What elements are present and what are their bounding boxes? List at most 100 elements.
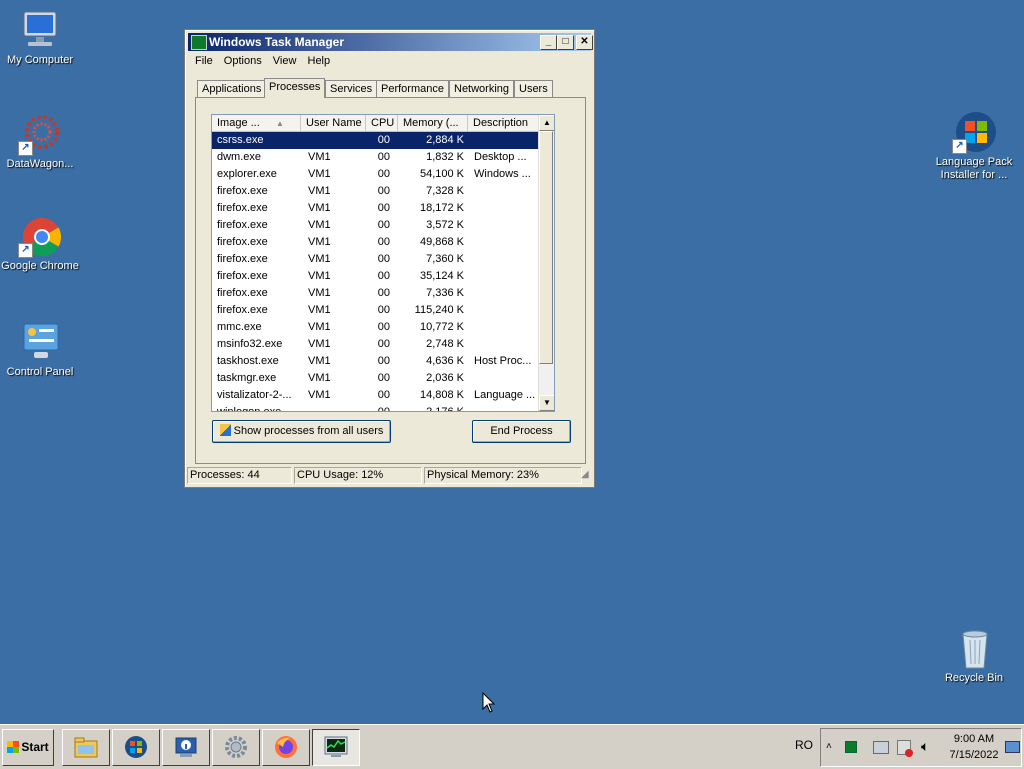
table-row[interactable]: firefox.exe VM1 00 115,240 K: [212, 302, 542, 319]
table-row[interactable]: csrss.exe 00 2,884 K: [212, 132, 542, 149]
settings-gear-icon: [225, 736, 247, 758]
column-image-name[interactable]: Image ...: [212, 115, 301, 131]
desktop-icon-label: Language Pack Installer for ...: [935, 156, 1013, 181]
column-cpu[interactable]: CPU: [366, 115, 398, 131]
taskbar-app-system-info[interactable]: [162, 729, 210, 766]
desktop-icon-datawagon[interactable]: ↗ DataWagon...: [0, 112, 80, 171]
cell-user: VM1: [308, 287, 331, 299]
cell-user: VM1: [308, 389, 331, 401]
recycle-bin-icon: [952, 626, 996, 670]
column-user-name[interactable]: User Name: [301, 115, 366, 131]
tab-users[interactable]: Users: [514, 80, 553, 97]
clock-time[interactable]: 9:00 AM: [949, 733, 999, 745]
desktop-icon-language-pack[interactable]: ↗ Language Pack Installer for ...: [934, 110, 1014, 182]
table-row[interactable]: firefox.exe VM1 00 7,360 K: [212, 251, 542, 268]
list-body: csrss.exe 00 2,884 K dwm.exe VM1 00 1,832 K Des…: [212, 132, 542, 412]
cell-user: VM1: [308, 168, 331, 180]
vertical-scrollbar[interactable]: ▲ ▼: [538, 115, 554, 411]
cell-user: VM1: [308, 372, 331, 384]
cell-cpu: 00: [377, 236, 390, 248]
cell-mem: 4,636 K: [426, 355, 464, 367]
volume-icon[interactable]: 🔈︎: [921, 738, 929, 755]
table-row[interactable]: firefox.exe VM1 00 3,572 K: [212, 217, 542, 234]
cell-user: VM1: [308, 253, 331, 265]
cell-image: firefox.exe: [217, 270, 268, 282]
tab-processes[interactable]: Processes: [264, 78, 326, 98]
tab-services[interactable]: Services: [325, 80, 378, 97]
tab-performance[interactable]: Performance: [376, 80, 449, 97]
table-row[interactable]: taskhost.exe VM1 00 4,636 K Host Proc...: [212, 353, 542, 370]
scroll-up-button[interactable]: ▲: [539, 115, 554, 131]
status-bar: Processes: 44 CPU Usage: 12% Physical Me…: [187, 467, 590, 484]
windows-flag-icon: [7, 741, 20, 753]
desktop-icon-my-computer[interactable]: My Computer: [0, 8, 80, 67]
windows-logo-icon: ↗: [952, 110, 996, 154]
close-button[interactable]: ✕: [576, 35, 593, 50]
menu-file[interactable]: File: [191, 54, 217, 68]
desktop-icon-label: Recycle Bin: [944, 672, 1004, 684]
cell-mem: 115,240 K: [414, 304, 464, 316]
taskbar: Start RO ˄ 🔈︎ 9:00 AM 7/15/2022: [0, 724, 1024, 769]
clock-date[interactable]: 7/15/2022: [946, 749, 1002, 761]
desktop-icon-google-chrome[interactable]: ↗ Google Chrome: [0, 214, 80, 273]
cell-mem: 2,176 K: [426, 406, 464, 412]
scroll-thumb[interactable]: [539, 131, 553, 364]
title-bar[interactable]: Windows Task Manager _ □ ✕: [188, 33, 593, 51]
action-center-icon[interactable]: [897, 740, 913, 757]
taskbar-app-settings[interactable]: [212, 729, 260, 766]
table-row[interactable]: firefox.exe VM1 00 49,868 K: [212, 234, 542, 251]
status-cpu-usage: CPU Usage: 12%: [294, 467, 422, 484]
scroll-down-button[interactable]: ▼: [539, 395, 554, 411]
cpu-meter-icon[interactable]: [845, 741, 857, 753]
tab-networking[interactable]: Networking: [449, 80, 515, 97]
desktop-icon-control-panel[interactable]: Control Panel: [0, 320, 80, 379]
system-info-icon: [175, 737, 197, 757]
menu-options[interactable]: Options: [220, 54, 266, 68]
table-row[interactable]: firefox.exe VM1 00 7,328 K: [212, 183, 542, 200]
table-row[interactable]: firefox.exe VM1 00 35,124 K: [212, 268, 542, 285]
table-row[interactable]: mmc.exe VM1 00 10,772 K: [212, 319, 542, 336]
list-header: Image ... ▲ User Name CPU Memory (... De…: [212, 115, 542, 132]
network-icon[interactable]: [873, 741, 889, 754]
taskbar-app-task-manager[interactable]: [312, 729, 360, 766]
table-row[interactable]: winlogon.exe 00 2,176 K: [212, 404, 542, 412]
process-list[interactable]: Image ... ▲ User Name CPU Memory (... De…: [211, 114, 555, 412]
taskbar-app-file-explorer[interactable]: [62, 729, 110, 766]
show-desktop-icon[interactable]: [1005, 741, 1020, 753]
sort-ascending-icon: ▲: [276, 119, 284, 128]
tab-applications[interactable]: Applications: [197, 80, 267, 97]
language-indicator[interactable]: RO: [795, 738, 813, 752]
end-process-button[interactable]: End Process: [472, 420, 571, 443]
table-row[interactable]: vistalizator-2-... VM1 00 14,808 K Language …: [212, 387, 542, 404]
table-row[interactable]: explorer.exe VM1 00 54,100 K Windows ...: [212, 166, 542, 183]
table-row[interactable]: firefox.exe VM1 00 18,172 K: [212, 200, 542, 217]
show-hidden-icons-icon[interactable]: ˄: [826, 741, 832, 752]
window-title: Windows Task Manager: [209, 35, 345, 49]
cell-user: VM1: [308, 151, 331, 163]
desktop-icon-label: DataWagon...: [6, 158, 74, 170]
cell-desc: Desktop ...: [474, 151, 527, 163]
column-memory[interactable]: Memory (...: [398, 115, 468, 131]
menu-view[interactable]: View: [269, 54, 301, 68]
column-description[interactable]: Description: [468, 115, 542, 131]
cell-image: mmc.exe: [217, 321, 262, 333]
table-row[interactable]: taskmgr.exe VM1 00 2,036 K: [212, 370, 542, 387]
cell-image: csrss.exe: [217, 134, 264, 146]
show-all-processes-label: Show processes from all users: [233, 425, 384, 437]
taskbar-app-windows-media[interactable]: [112, 729, 160, 766]
desktop-icon-recycle-bin[interactable]: Recycle Bin: [934, 626, 1014, 685]
maximize-button[interactable]: □: [557, 35, 574, 50]
taskbar-app-firefox[interactable]: [262, 729, 310, 766]
minimize-button[interactable]: _: [540, 35, 557, 50]
mouse-cursor-icon: [482, 692, 496, 713]
cell-mem: 7,328 K: [426, 185, 464, 197]
table-row[interactable]: msinfo32.exe VM1 00 2,748 K: [212, 336, 542, 353]
start-button[interactable]: Start: [2, 729, 54, 766]
table-row[interactable]: firefox.exe VM1 00 7,336 K: [212, 285, 542, 302]
resize-grip-icon[interactable]: ◢: [581, 469, 589, 480]
table-row[interactable]: dwm.exe VM1 00 1,832 K Desktop ...: [212, 149, 542, 166]
menu-help[interactable]: Help: [304, 54, 335, 68]
cell-image: firefox.exe: [217, 304, 268, 316]
show-all-processes-button[interactable]: Show processes from all users: [212, 420, 391, 443]
cell-user: VM1: [308, 185, 331, 197]
